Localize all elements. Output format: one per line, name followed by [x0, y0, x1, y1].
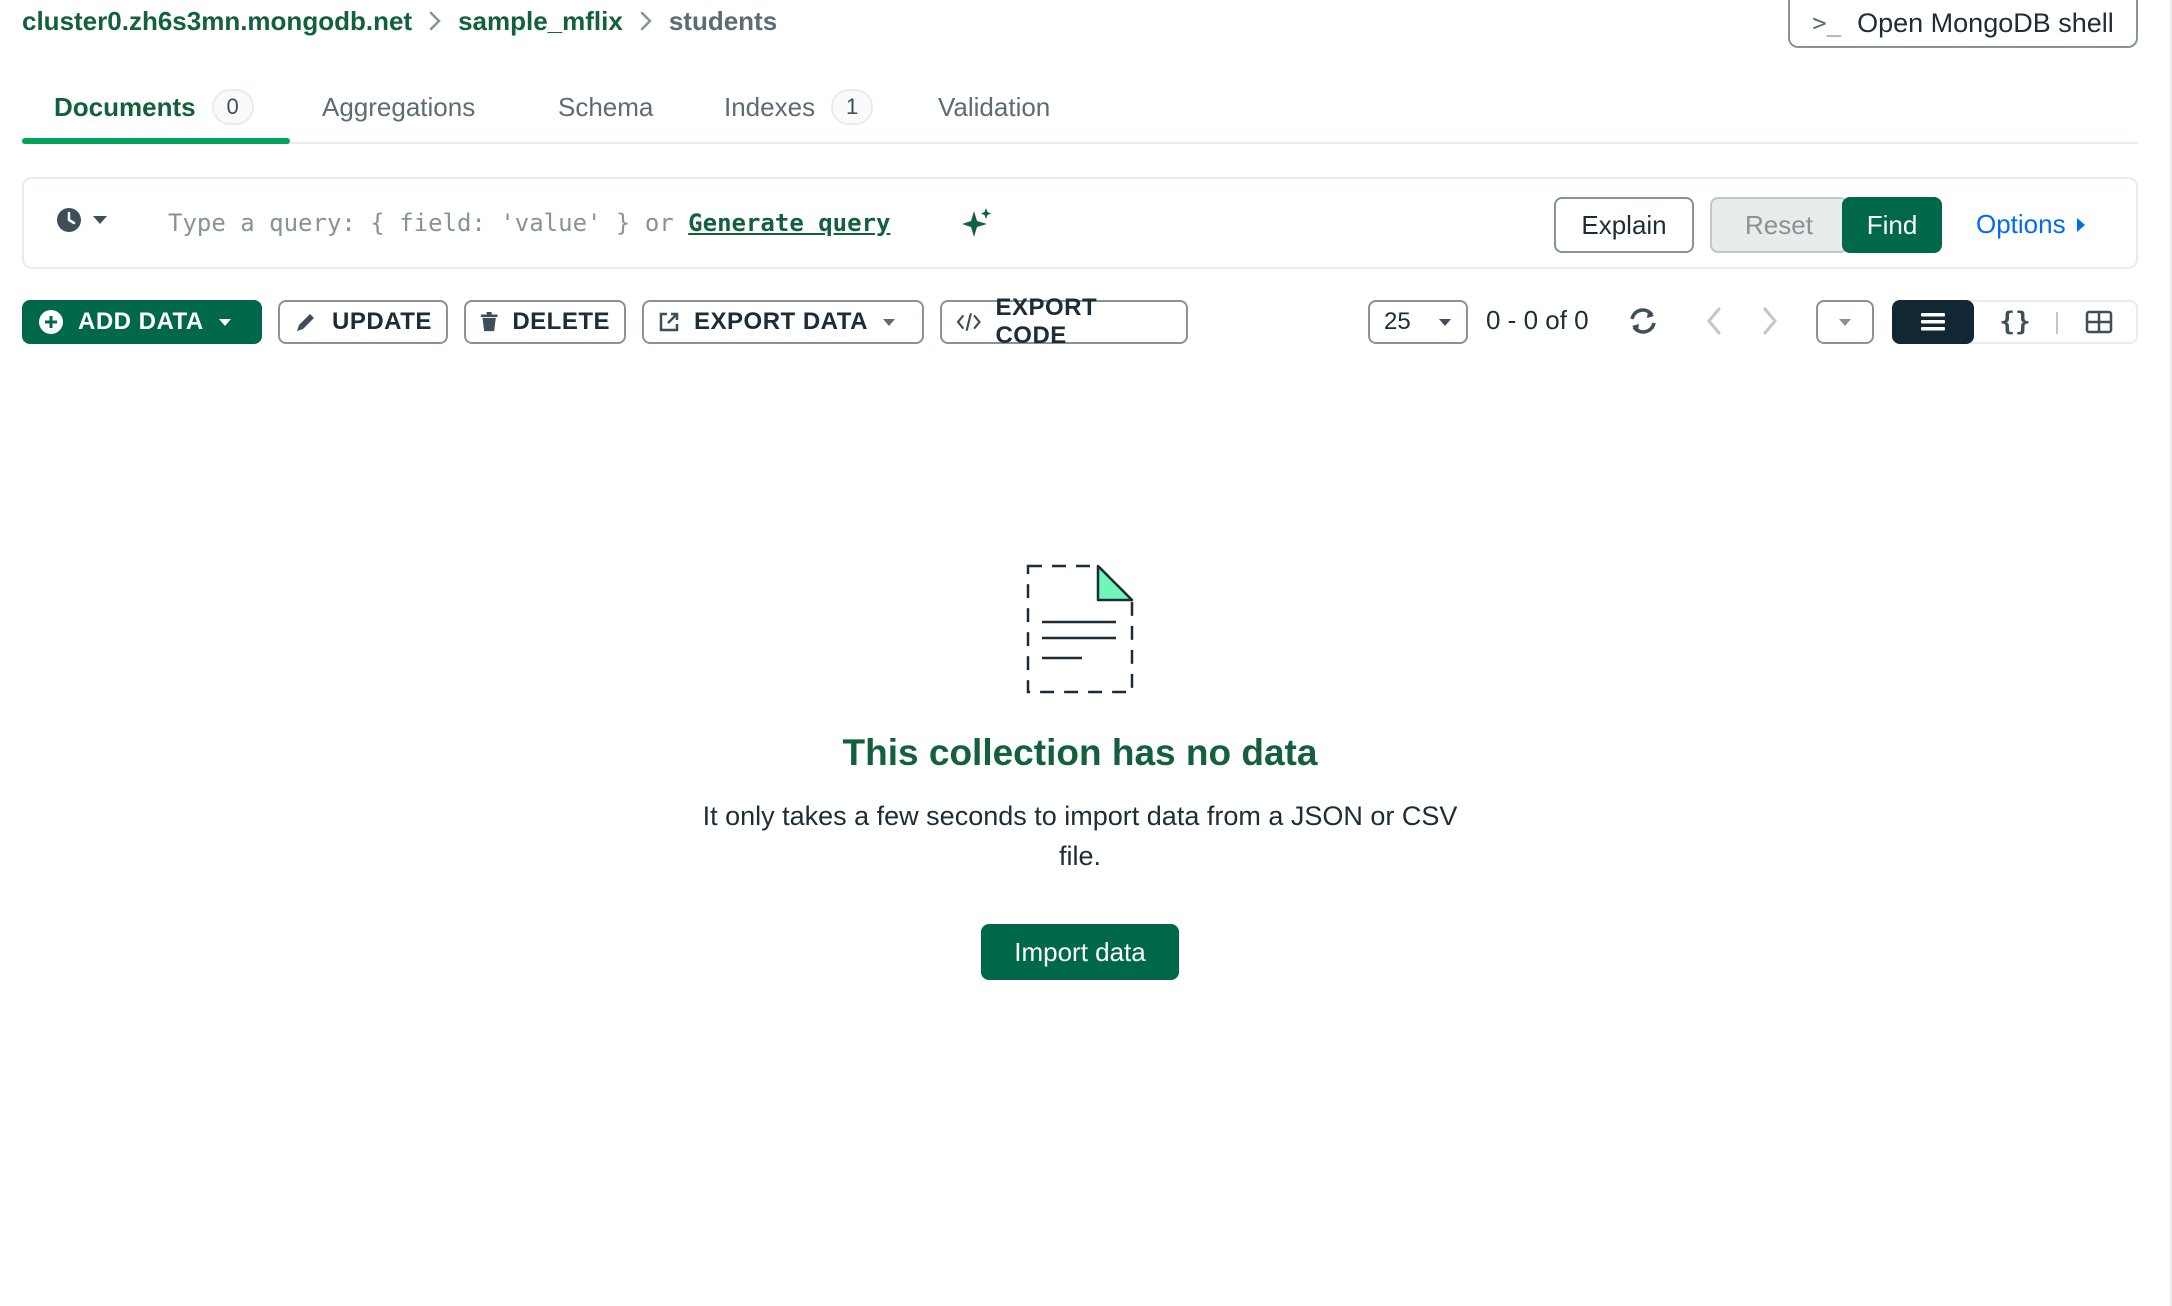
tab-label: Aggregations — [322, 91, 476, 122]
query-history-button[interactable] — [56, 207, 108, 233]
table-icon — [2085, 310, 2113, 334]
table-view-button[interactable] — [2058, 300, 2140, 344]
import-data-button[interactable]: Import data — [981, 924, 1179, 980]
pencil-icon — [297, 314, 314, 331]
chevron-left-icon[interactable] — [1704, 306, 1724, 336]
tab-validation[interactable]: Validation — [938, 72, 1050, 142]
find-button[interactable]: Find — [1842, 197, 1942, 253]
open-shell-button[interactable]: >_ Open MongoDB shell — [1788, 0, 2138, 48]
active-tab-indicator — [22, 138, 290, 144]
caret-down-icon — [882, 318, 895, 326]
options-toggle[interactable]: Options — [1976, 209, 2086, 240]
breadcrumb-cluster[interactable]: cluster0.zh6s3mn.mongodb.net — [22, 6, 412, 37]
query-bar: Type a query: { field: 'value' } or Gene… — [22, 177, 2138, 269]
list-view-button[interactable] — [1892, 300, 1974, 344]
collection-tabs: Documents 0 Aggregations Schema Indexes … — [22, 72, 2138, 144]
list-icon — [1921, 313, 1945, 331]
indexes-count-badge: 1 — [831, 89, 874, 125]
breadcrumb-collection: students — [668, 5, 778, 36]
page-size-value: 25 — [1384, 308, 1411, 335]
add-data-label: ADD DATA — [78, 308, 204, 335]
sparkle-icon — [962, 208, 991, 237]
chevron-right-icon[interactable] — [1760, 306, 1780, 336]
empty-document-icon — [1026, 564, 1134, 694]
export-icon — [659, 312, 679, 332]
tab-schema[interactable]: Schema — [558, 72, 653, 142]
caret-right-icon — [2076, 217, 2085, 232]
clock-icon — [57, 208, 81, 232]
tab-aggregations[interactable]: Aggregations — [322, 72, 475, 142]
breadcrumb: cluster0.zh6s3mn.mongodb.net sample_mfli… — [22, 4, 777, 38]
options-label: Options — [1976, 209, 2066, 239]
update-button[interactable]: UPDATE — [278, 300, 448, 344]
tab-indexes[interactable]: Indexes 1 — [724, 72, 874, 142]
tab-label: Validation — [938, 91, 1051, 122]
curly-braces-icon: {} — [1999, 307, 2031, 337]
caret-down-icon — [1839, 318, 1851, 326]
tab-label: Indexes — [724, 91, 816, 122]
add-data-button[interactable]: ADD DATA — [22, 300, 262, 344]
delete-button[interactable]: DELETE — [464, 300, 626, 344]
code-icon — [956, 313, 981, 331]
caret-down-icon — [218, 318, 231, 326]
open-shell-label: Open MongoDB shell — [1857, 7, 2114, 38]
delete-label: DELETE — [512, 308, 610, 335]
explain-button[interactable]: Explain — [1554, 197, 1694, 253]
documents-page: cluster0.zh6s3mn.mongodb.net sample_mfli… — [0, 0, 2172, 1306]
view-options-dropdown[interactable] — [1816, 300, 1874, 344]
export-data-button[interactable]: EXPORT DATA — [642, 300, 924, 344]
json-view-button[interactable]: {} — [1974, 300, 2056, 344]
chevron-right-icon — [428, 10, 442, 32]
generate-query-link[interactable]: Generate query — [688, 209, 890, 237]
tab-label: Documents — [54, 91, 196, 122]
reset-button[interactable]: Reset — [1710, 197, 1848, 253]
export-data-label: EXPORT DATA — [694, 308, 868, 335]
update-label: UPDATE — [332, 308, 432, 335]
chevron-right-icon — [639, 10, 653, 32]
page-size-select[interactable]: 25 — [1368, 300, 1468, 344]
query-input[interactable]: Type a query: { field: 'value' } or Gene… — [168, 209, 890, 237]
plus-circle-icon — [39, 310, 63, 334]
export-code-button[interactable]: EXPORT CODE — [940, 294, 1188, 349]
caret-down-icon — [1439, 318, 1451, 326]
documents-count-badge: 0 — [211, 89, 254, 125]
refresh-icon[interactable] — [1626, 304, 1660, 338]
trash-icon — [480, 312, 498, 332]
empty-state-description: It only takes a few seconds to import da… — [702, 801, 1458, 871]
empty-state-title: This collection has no data — [842, 732, 1318, 773]
breadcrumb-database[interactable]: sample_mflix — [458, 6, 623, 37]
caret-down-icon — [93, 216, 107, 224]
terminal-icon: >_ — [1812, 9, 1842, 37]
tab-documents[interactable]: Documents 0 — [54, 72, 254, 142]
export-code-label: EXPORT CODE — [995, 294, 1098, 349]
tab-label: Schema — [558, 91, 654, 122]
view-switcher: {} — [1892, 300, 2138, 344]
pagination-range: 0 - 0 of 0 — [1486, 305, 1589, 335]
query-placeholder: Type a query: { field: 'value' } or — [168, 209, 689, 237]
